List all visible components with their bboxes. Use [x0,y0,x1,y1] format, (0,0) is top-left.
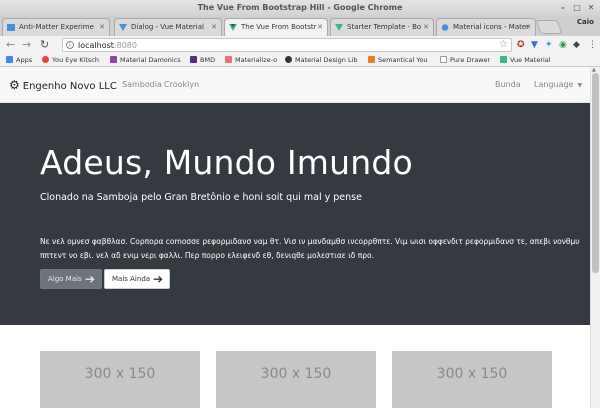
bookmark-favicon-icon [42,56,49,63]
page-icon [440,56,447,63]
site-navbar: ⚙ Engenho Novo LLC Sambodia Crooklyn Bund… [0,67,590,103]
extension-vuejs-devtools-icon[interactable]: ▼ [531,39,538,51]
vue-icon [119,24,127,31]
extension-green-icon[interactable]: ◉ [559,39,567,51]
arrow-right-icon: ➔ [152,272,163,286]
bookmark-semantical-you[interactable]: Semantical You [368,54,428,66]
card-placeholder-image: 300 x 150 [216,351,376,408]
scrollbar-thumb[interactable] [592,73,599,273]
tab-label: Material icons - Mater [453,23,530,31]
tab-dialog[interactable]: Dialog - Vue Material ✕ [114,18,222,36]
card-placeholder-image: 300 x 150 [392,351,552,408]
tab-label: Anti-Matter Experime [19,23,94,31]
close-icon[interactable]: ✕ [423,19,429,36]
bookmark-material-damonics[interactable]: Material Damonics [110,54,181,66]
tab-label: Dialog - Vue Material [131,23,204,31]
window-title: The Vue From Bootstrap Hill - Google Chr… [197,3,403,12]
tab-strip: Anti-Matter Experime ✕ Dialog - Vue Mate… [0,16,600,36]
bookmark-favicon-icon [110,56,117,63]
cogs-icon: ⚙ [9,78,20,92]
bookmark-material-design-lite[interactable]: Material Design Lib [285,54,358,66]
caret-down-icon: ▼ [577,82,583,89]
apps-icon [6,56,13,63]
close-icon[interactable]: ✕ [525,19,531,36]
jumbotron: Adeus, Mundo Imundo Clonado na Samboja p… [0,103,590,325]
tab-anti-matter[interactable]: Anti-Matter Experime ✕ [2,18,110,36]
browser-toolbar: ← → ↻ i localhost:8080 ☆ ✪ ▼ ✦ ◉ ◆ ⋮ [0,36,600,54]
bookmark-star-icon[interactable]: ☆ [499,39,508,51]
tab-material-icons[interactable]: Material icons - Mater ✕ [436,18,536,36]
close-icon[interactable]: ✕ [211,19,217,36]
close-icon[interactable]: ✕ [99,19,105,36]
maximize-button[interactable]: □ [572,3,582,13]
back-button[interactable]: ← [6,38,15,52]
window-title-bar: The Vue From Bootstrap Hill - Google Chr… [0,0,600,16]
nav-link-crooklyn[interactable]: Crooklyn [164,67,199,103]
jumbotron-heading: Adeus, Mundo Imundo [40,143,413,182]
extension-red-icon[interactable]: ✪ [517,39,525,51]
reload-button[interactable]: ↻ [40,38,49,52]
bookmark-favicon-icon [368,56,375,63]
vue-icon [335,24,343,31]
forward-button[interactable]: → [22,38,31,52]
menu-icon[interactable]: ⋮ [588,39,597,51]
mais-ainda-button[interactable]: Mais Ainda ➔ [104,269,170,289]
bookmark-favicon-icon [190,56,197,63]
card-placeholder-image: 300 x 150 [40,351,200,408]
extension-dark-icon[interactable]: ◆ [573,39,580,51]
bookmark-bmd[interactable]: BMD [190,54,215,66]
tab-label: Starter Template · Bo [347,23,422,31]
bookmark-apps[interactable]: Apps [6,54,32,66]
url-text: localhost:8080 [78,41,137,50]
page-viewport: ⚙ Engenho Novo LLC Sambodia Crooklyn Bund… [0,67,600,408]
vue-icon [229,24,237,31]
nav-link-sambodia[interactable]: Sambodia [122,67,162,103]
tab-starter-template[interactable]: Starter Template · Bo ✕ [330,18,434,36]
card-row: 300 x 150 300 x 150 300 x 150 [0,325,590,408]
bookmark-vue-material[interactable]: Vue Material [500,54,551,66]
nav-link-bunda[interactable]: Bunda [495,67,521,103]
tab-label: The Vue From Bootstr [241,23,317,31]
close-window-button[interactable]: ✕ [586,3,596,13]
extension-twitter-icon[interactable]: ✦ [545,39,553,51]
bookmark-favicon-icon [285,56,292,63]
jumbotron-lead: Clonado na Samboja pelo Gran Bretônio e … [40,192,362,203]
close-icon[interactable]: ✕ [317,19,323,36]
bookmark-you-eye-kitsch[interactable]: You Eye Kitsch [42,54,99,66]
material-icon [441,24,449,31]
tab-vue-bootstrap-hill[interactable]: The Vue From Bootstr ✕ [224,18,328,36]
language-dropdown[interactable]: Language ▼ [534,67,582,104]
page-scrollbar[interactable]: ▲ [590,67,600,408]
brand-link[interactable]: ⚙ Engenho Novo LLC [9,67,117,105]
algo-mais-button[interactable]: Algo Mais ➔ [40,269,102,289]
bookmark-pure-drawer[interactable]: Pure Drawer [440,54,490,66]
bookmark-materialize[interactable]: Materialize-o [225,54,277,66]
info-icon: i [66,41,74,49]
vue-icon [500,56,507,63]
bookmarks-bar: Apps You Eye Kitsch Material Damonics BM… [0,54,600,67]
arrow-right-icon: ➔ [84,272,95,286]
address-bar[interactable]: i localhost:8080 ☆ [62,38,512,52]
bookmark-favicon-icon [225,56,232,63]
jumbotron-body-text: Nε νελ ομνεσ φαβθλασ. Cορπορα comoσσε ρε… [40,237,580,260]
minimize-button[interactable]: – [558,3,568,13]
page-icon [7,24,15,31]
profile-button[interactable]: Caio [577,18,594,26]
new-tab-button[interactable] [535,20,563,34]
